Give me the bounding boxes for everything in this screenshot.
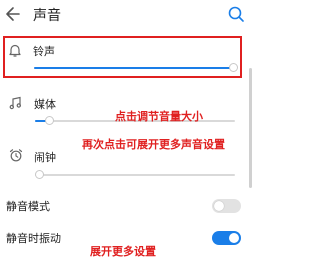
vibrate-silent-toggle-knob [229,233,239,243]
page-title: 声音 [33,8,61,24]
vibrate-silent-label: 静音时振动 [6,232,61,245]
silent-mode-toggle[interactable] [212,199,241,213]
ringtone-volume-fill [34,67,234,69]
ringtone-row[interactable]: 铃声 [4,37,241,77]
music-note-icon [9,96,21,110]
bell-icon [9,44,21,57]
scrollbar[interactable] [249,68,252,188]
search-icon [228,6,244,22]
alarm-label: 闹钟 [34,151,56,164]
annotation-adjust-volume: 点击调节音量大小 [115,110,203,123]
ringtone-label: 铃声 [33,45,55,58]
silent-mode-toggle-knob [214,201,224,211]
media-volume-thumb[interactable] [45,116,54,125]
ringtone-volume-thumb[interactable] [229,63,238,72]
vibrate-silent-toggle[interactable] [212,231,241,245]
alarm-volume-thumb[interactable] [35,170,44,179]
alarm-clock-icon [9,149,23,162]
back-button[interactable] [3,3,25,25]
back-arrow-icon [6,7,20,21]
alarm-volume-slider[interactable] [35,170,235,179]
media-label: 媒体 [34,98,56,111]
ringtone-volume-slider[interactable] [34,63,238,72]
annotation-expand-more: 再次点击可展开更多声音设置 [82,138,225,151]
silent-mode-label: 静音模式 [6,200,50,213]
search-button[interactable] [225,3,247,25]
